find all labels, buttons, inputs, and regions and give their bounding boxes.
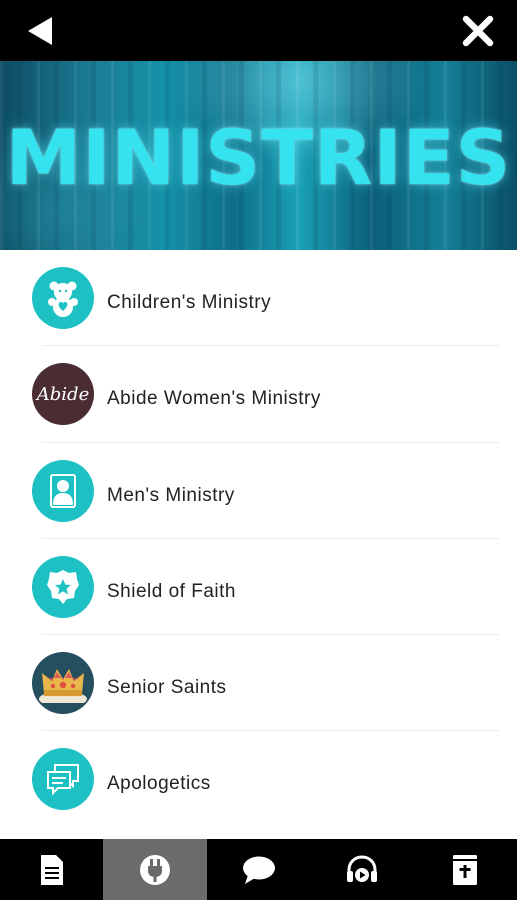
ministry-label: Men's Ministry: [107, 484, 235, 506]
ministries-list: Children's Ministry Abide Abide Women's …: [0, 250, 517, 839]
list-item-abide-womens-ministry[interactable]: Abide Abide Women's Ministry: [0, 346, 517, 443]
badge-star-icon: [32, 555, 94, 618]
chat-bubble-icon: [242, 856, 275, 884]
back-arrow-icon[interactable]: [24, 14, 56, 48]
ministries-banner: MINISTRIES: [0, 61, 517, 250]
ministry-label: Apologetics: [107, 773, 211, 795]
bottom-tab-bar: [0, 839, 517, 900]
ministry-label: Senior Saints: [107, 677, 227, 699]
tab-media[interactable]: [310, 839, 413, 900]
banner-title: MINISTRIES: [5, 113, 512, 202]
list-item-mens-ministry[interactable]: Men's Ministry: [0, 443, 517, 539]
bible-icon: [453, 854, 478, 885]
abide-logo-text: Abide: [36, 383, 90, 405]
list-item-shield-of-faith[interactable]: Shield of Faith: [0, 539, 517, 636]
list-item-childrens-ministry[interactable]: Children's Ministry: [0, 250, 517, 347]
plug-icon: [140, 854, 171, 885]
teddy-bear-icon: [32, 267, 94, 329]
top-bar: [0, 0, 517, 61]
crown-icon: [32, 652, 94, 715]
headphones-play-icon: [346, 854, 377, 882]
close-x-icon[interactable]: [461, 14, 495, 48]
document-icon: [40, 854, 63, 885]
tab-connect[interactable]: [103, 839, 207, 900]
ministry-label: Children's Ministry: [107, 292, 272, 313]
list-item-senior-saints[interactable]: Senior Saints: [0, 635, 517, 732]
list-item-apologetics[interactable]: Apologetics: [0, 731, 517, 827]
tab-bible[interactable]: [414, 839, 517, 900]
ministry-label: Shield of Faith: [107, 580, 236, 602]
person-icon: [32, 459, 94, 522]
tab-document[interactable]: [0, 839, 103, 900]
ministry-label: Abide Women's Ministry: [107, 388, 321, 410]
chat-bubbles-icon: [32, 748, 94, 811]
tab-messages[interactable]: [207, 839, 310, 900]
abide-logo-icon: Abide: [32, 363, 94, 426]
